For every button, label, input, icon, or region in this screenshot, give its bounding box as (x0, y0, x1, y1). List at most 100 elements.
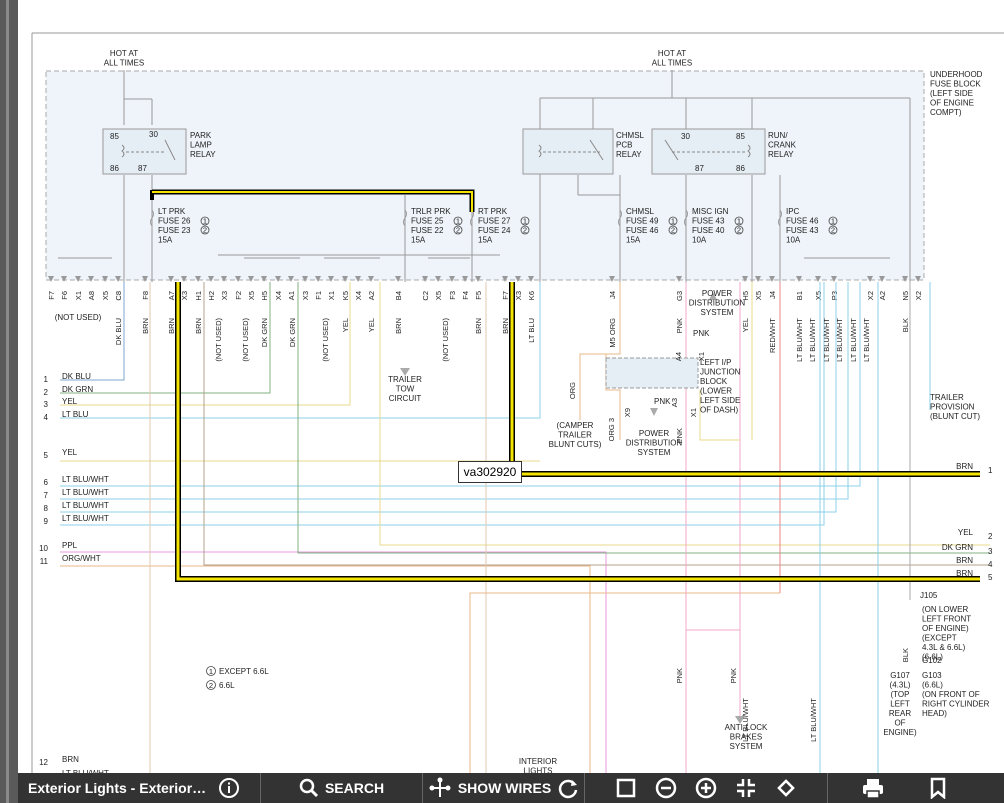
park-lamp-relay-label: RELAY (190, 150, 216, 159)
left-panel-strip (0, 0, 18, 803)
collapse-icon[interactable] (735, 777, 757, 799)
fuse-block-label: (LEFT SIDE (930, 89, 973, 98)
wire-color-label: LT BLU/WHT (809, 698, 818, 742)
connector-pin-label: F1 (314, 291, 323, 300)
left-wire-color: LT BLU/WHT (62, 475, 109, 484)
left-ip-junction-label: JUNCTION (700, 368, 741, 377)
variant-number: 2 (831, 226, 835, 235)
fuse-block-label: FUSE BLOCK (930, 80, 981, 89)
connector-pin-label: F7 (47, 291, 56, 300)
search-label: SEARCH (324, 780, 385, 796)
wire-color-label: PNK (675, 668, 684, 683)
fuse-label: FUSE 49 (626, 217, 659, 226)
camper-trailer-label: (CAMPER (557, 421, 594, 430)
bookmark-icon (929, 777, 947, 799)
fuse-block-label: COMPT) (930, 108, 962, 117)
connector-pin-label: A4 (674, 352, 683, 361)
legend-label: EXCEPT 6.6L (219, 667, 269, 676)
fuse-label: FUSE 46 (626, 226, 659, 235)
wire-color-label: LT BLU/WHT (808, 318, 817, 362)
fuse-block-label: UNDERHOOD (930, 70, 983, 79)
fuse-block-label: UNDERHOODFUSE BLOCK(LEFT SIDEOF ENGINECO… (930, 70, 983, 117)
wire-color-label: BRN (167, 318, 176, 334)
run-crank-relay-label: RELAY (768, 150, 794, 159)
connector-pin-label: J4 (768, 291, 777, 299)
connector-pin-label: J4 (608, 291, 617, 299)
g103-label: (ON FRONT OF (922, 690, 980, 699)
relay-pin: 85 (110, 132, 119, 141)
fuse-label: FUSE 43 (786, 226, 819, 235)
j105-note: OF ENGINE) (922, 624, 969, 633)
left-connector-row-number: 10 (39, 544, 48, 553)
connector-pin-label: X2 (866, 291, 875, 300)
j105-note: 4.3L & 6.6L) (922, 643, 966, 652)
g103-label: HEAD) (922, 709, 947, 718)
connector-pin-label: B1 (795, 291, 804, 300)
search-button[interactable]: SEARCH (261, 773, 423, 803)
connector-pin-label: X3 (514, 291, 523, 300)
connector-pin-label: F5 (474, 291, 483, 300)
wire-color-label: LT BLU/WHT (849, 318, 858, 362)
left-ip-junction-block (605, 357, 699, 389)
wire-color-label: PNK (654, 397, 671, 406)
wire-color-label: BRN (141, 318, 150, 334)
chmsl-relay-label: CHMSL (616, 131, 645, 140)
wire-color-label: YEL (341, 318, 350, 332)
fuse-label: 15A (626, 236, 641, 245)
trailer-tow-label: TRAILER (388, 375, 422, 384)
fuse-label: LT PRK (158, 207, 186, 216)
wire-color-label: PNK (729, 668, 738, 683)
g107-label: REAR (889, 709, 911, 718)
connector-pin-label: A3 (670, 398, 679, 407)
diagram-sheet[interactable]: HOT AT ALL TIMES HOT AT ALL TIMES UNDERHOO… (18, 0, 1004, 803)
wire-color-label: ORG (568, 382, 577, 399)
variant-number: 1 (456, 217, 460, 226)
left-connector-row-number: 7 (44, 491, 49, 500)
show-wires-button[interactable]: SHOW WIRES (423, 773, 585, 803)
variant-number: 1 (737, 217, 741, 226)
connector-pin-label: X4 (274, 291, 283, 300)
document-title[interactable]: Exterior Lights - Exterior La... (28, 780, 208, 796)
left-ip-junction-label: (LOWER (700, 387, 732, 396)
zoom-in-icon[interactable] (695, 777, 717, 799)
wire-color-label: PNK (693, 329, 710, 338)
right-wire-color: BRN (956, 569, 973, 578)
rotate-icon[interactable] (775, 777, 797, 799)
variant-number: 1 (523, 217, 527, 226)
print-button[interactable] (828, 773, 918, 803)
relay-pin: 30 (681, 132, 690, 141)
bookmark-button[interactable] (918, 773, 958, 803)
info-icon[interactable] (218, 777, 240, 799)
wiring-diagram[interactable]: HOT ATALL TIMES HOT ATALL TIMES UNDERHOO… (18, 0, 1004, 773)
hot-at-all-times-label: ALL TIMES (652, 59, 692, 68)
wire-color-label: BRN (394, 318, 403, 334)
wire-color-label: BLK (901, 648, 910, 662)
wire-id-callout[interactable]: va302920 (458, 461, 522, 483)
connector-pin-label: X3 (220, 291, 229, 300)
trailer-provision-label: PROVISION (930, 403, 975, 412)
wire-color-label: DK BLU (114, 318, 123, 345)
connector-pin-label: X3 (301, 291, 310, 300)
legend-number: 1 (209, 667, 213, 676)
connector-pin-label: A8 (87, 291, 96, 300)
wire-color-label: LT BLU (527, 318, 536, 343)
connector-pin-label: X9 (623, 408, 632, 417)
connector-pin-label: X4 (354, 291, 363, 300)
right-connector-row-number: 2 (988, 532, 993, 541)
zoom-out-icon[interactable] (655, 777, 677, 799)
variant-number: 2 (203, 226, 207, 235)
fit-icon[interactable] (615, 777, 637, 799)
anti-lock-brakes-label: SYSTEM (730, 742, 763, 751)
g107-label: (4.3L) (890, 681, 911, 690)
connector-pin-label: F4 (461, 291, 470, 300)
legend-label: 6.6L (219, 681, 235, 690)
left-ip-junction-label: BLOCK (700, 377, 728, 386)
fuse-label: FUSE 46 (786, 217, 819, 226)
j105-note: (ON LOWER (922, 605, 968, 614)
fuse-block-label: OF ENGINE (930, 99, 974, 108)
left-panel-edge (6, 0, 9, 803)
wire-color-label: LT BLU/WHT (862, 318, 871, 362)
trailer-tow-label: TOW (396, 385, 415, 394)
hot-at-all-times-label: ALL TIMES (104, 59, 144, 68)
refresh-icon[interactable] (557, 777, 579, 799)
